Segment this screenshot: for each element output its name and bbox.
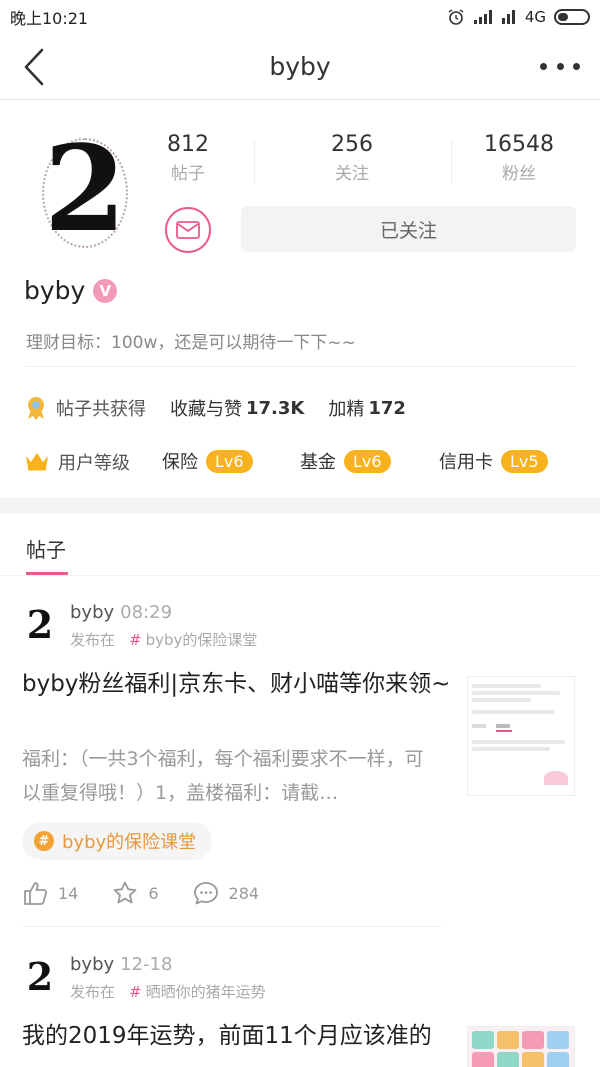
alarm-icon [448,9,464,25]
level-credit-card-badge: Lv5 [501,449,548,473]
post-thumbnail-image [468,677,574,795]
like-button[interactable]: 14 [22,880,78,906]
level-fund-name: 基金 [300,452,336,473]
award-featured-value: 172 [368,397,406,419]
nav-bar: byby [0,34,600,100]
post-author-name[interactable]: byby [70,602,114,623]
published-in-label: 发布在 [70,631,116,649]
post-author-avatar[interactable]: 2 [22,952,58,1000]
topic-hash-icon: # [34,831,54,851]
post-published-in: 发布在 # 晒晒你的猪年运势 [70,981,266,1002]
message-button[interactable] [165,207,211,253]
level-insurance-badge: Lv6 [206,449,253,473]
battery-icon [554,9,590,25]
post-title[interactable]: byby粉丝福利|京东卡、财小喵等你来领~ [22,666,452,702]
post-excerpt: 福利：（一共3个福利，每个福利要求不一样，可以重复得哦！）1，盖楼福利：请截… [22,748,424,804]
post-thumbnail[interactable] [467,676,575,796]
status-time: 晚上10:21 [10,9,89,28]
comment-count: 284 [228,883,260,903]
level-fund[interactable]: 基金 Lv6 [300,446,391,476]
hash-icon: # [129,631,142,649]
section-separator [0,498,600,514]
thumbs-up-icon [24,882,48,905]
award-favorites-key: 收藏与赞 [170,399,242,420]
stat-following-label: 关注 [335,164,369,184]
page-title: byby [269,52,331,81]
follow-button[interactable]: 已关注 [241,206,576,252]
levels-label: 用户等级 [58,453,130,474]
status-icons: 4G [447,8,590,26]
more-dot-icon [573,62,580,70]
status-bar: 晚上10:21 4G [0,0,600,34]
favorite-count: 6 [148,883,159,903]
tab-active-indicator [26,572,68,575]
post-actions: 14 6 284 [22,878,293,908]
avatar-glyph: 2 [43,119,127,258]
profile-stats: 812 帖子 256 关注 16548 粉丝 [148,132,600,192]
post-item[interactable]: 2 byby 12-18 发布在 # 晒晒你的猪年运势 我的2019年运势，前面11个… [0,940,600,1067]
level-credit-card[interactable]: 信用卡 Lv5 [439,446,548,476]
level-fund-badge: Lv6 [344,449,391,473]
envelope-icon [176,221,200,239]
more-button[interactable] [540,54,580,78]
verified-badge-icon: V [93,278,118,303]
stat-followers-label: 粉丝 [502,164,536,184]
medal-icon [28,397,44,420]
tab-posts[interactable]: 帖子 [26,534,66,563]
post-thumbnail[interactable] [467,1026,575,1067]
stat-posts-label: 帖子 [171,164,205,184]
award-featured-key: 加精 [328,399,365,420]
network-type: 4G [524,8,546,26]
comment-button[interactable]: 284 [193,880,260,906]
like-count: 14 [58,883,79,903]
hash-icon: # [129,983,142,1001]
post-topic-link[interactable]: byby的保险课堂 [146,631,258,649]
profile-name: byby [24,276,86,305]
level-insurance[interactable]: 保险 Lv6 [162,446,253,476]
stat-posts-value: 812 [167,132,209,157]
stat-following[interactable]: 256 关注 [282,132,422,184]
signal-icon-2 [501,10,515,24]
post-topic-tag-label: byby的保险课堂 [62,832,197,853]
post-author-row: byby 12-18 [70,954,172,975]
comment-bubble-icon [193,882,218,905]
awards-row: 帖子共获得 收藏与赞 17.3K 加精 172 [24,394,430,422]
post-time: 08:29 [120,602,173,623]
stat-followers[interactable]: 16548 粉丝 [449,132,589,184]
stat-divider [254,140,255,184]
stat-posts[interactable]: 812 帖子 [118,132,258,184]
star-icon [113,881,137,904]
stat-following-value: 256 [331,132,373,157]
post-thumbnail-image [468,1027,574,1067]
profile-name-row: byby V [24,276,118,305]
crown-icon [26,453,48,471]
post-author-avatar[interactable]: 2 [22,600,58,648]
more-dot-icon [540,62,547,70]
signal-icon [473,10,492,24]
post-item[interactable]: 2 byby 08:29 发布在 # byby的保险课堂 byby粉丝福利|京东卡、财… [0,590,600,927]
level-credit-card-name: 信用卡 [439,452,493,473]
awards-label: 帖子共获得 [56,399,146,420]
tab-bar: 帖子 [0,514,600,576]
post-topic-link[interactable]: 晒晒你的猪年运势 [146,983,266,1001]
post-author-row: byby 08:29 [70,602,172,623]
award-favorites-value: 17.3K [246,397,305,419]
post-time: 12-18 [120,954,173,975]
level-insurance-name: 保险 [162,452,198,473]
stat-followers-value: 16548 [484,132,554,157]
divider [26,366,576,367]
profile-bio: 理财目标：100w，还是可以期待一下下~~ [26,333,356,353]
levels-row: 用户等级 保险 Lv6 基金 Lv6 信用卡 Lv5 [24,446,584,476]
post-topic-tag[interactable]: # byby的保险课堂 [22,822,213,860]
post-published-in: 发布在 # byby的保险课堂 [70,629,257,650]
post-author-name[interactable]: byby [70,954,114,975]
post-title[interactable]: 我的2019年运势，前面11个月应该准的 [22,1018,452,1054]
more-dot-icon [556,62,564,70]
favorite-button[interactable]: 6 [112,880,159,906]
post-divider [22,926,442,927]
avatar[interactable]: 2 [40,128,130,250]
chevron-left-icon [24,48,44,86]
published-in-label: 发布在 [70,983,116,1001]
back-button[interactable] [18,44,58,90]
